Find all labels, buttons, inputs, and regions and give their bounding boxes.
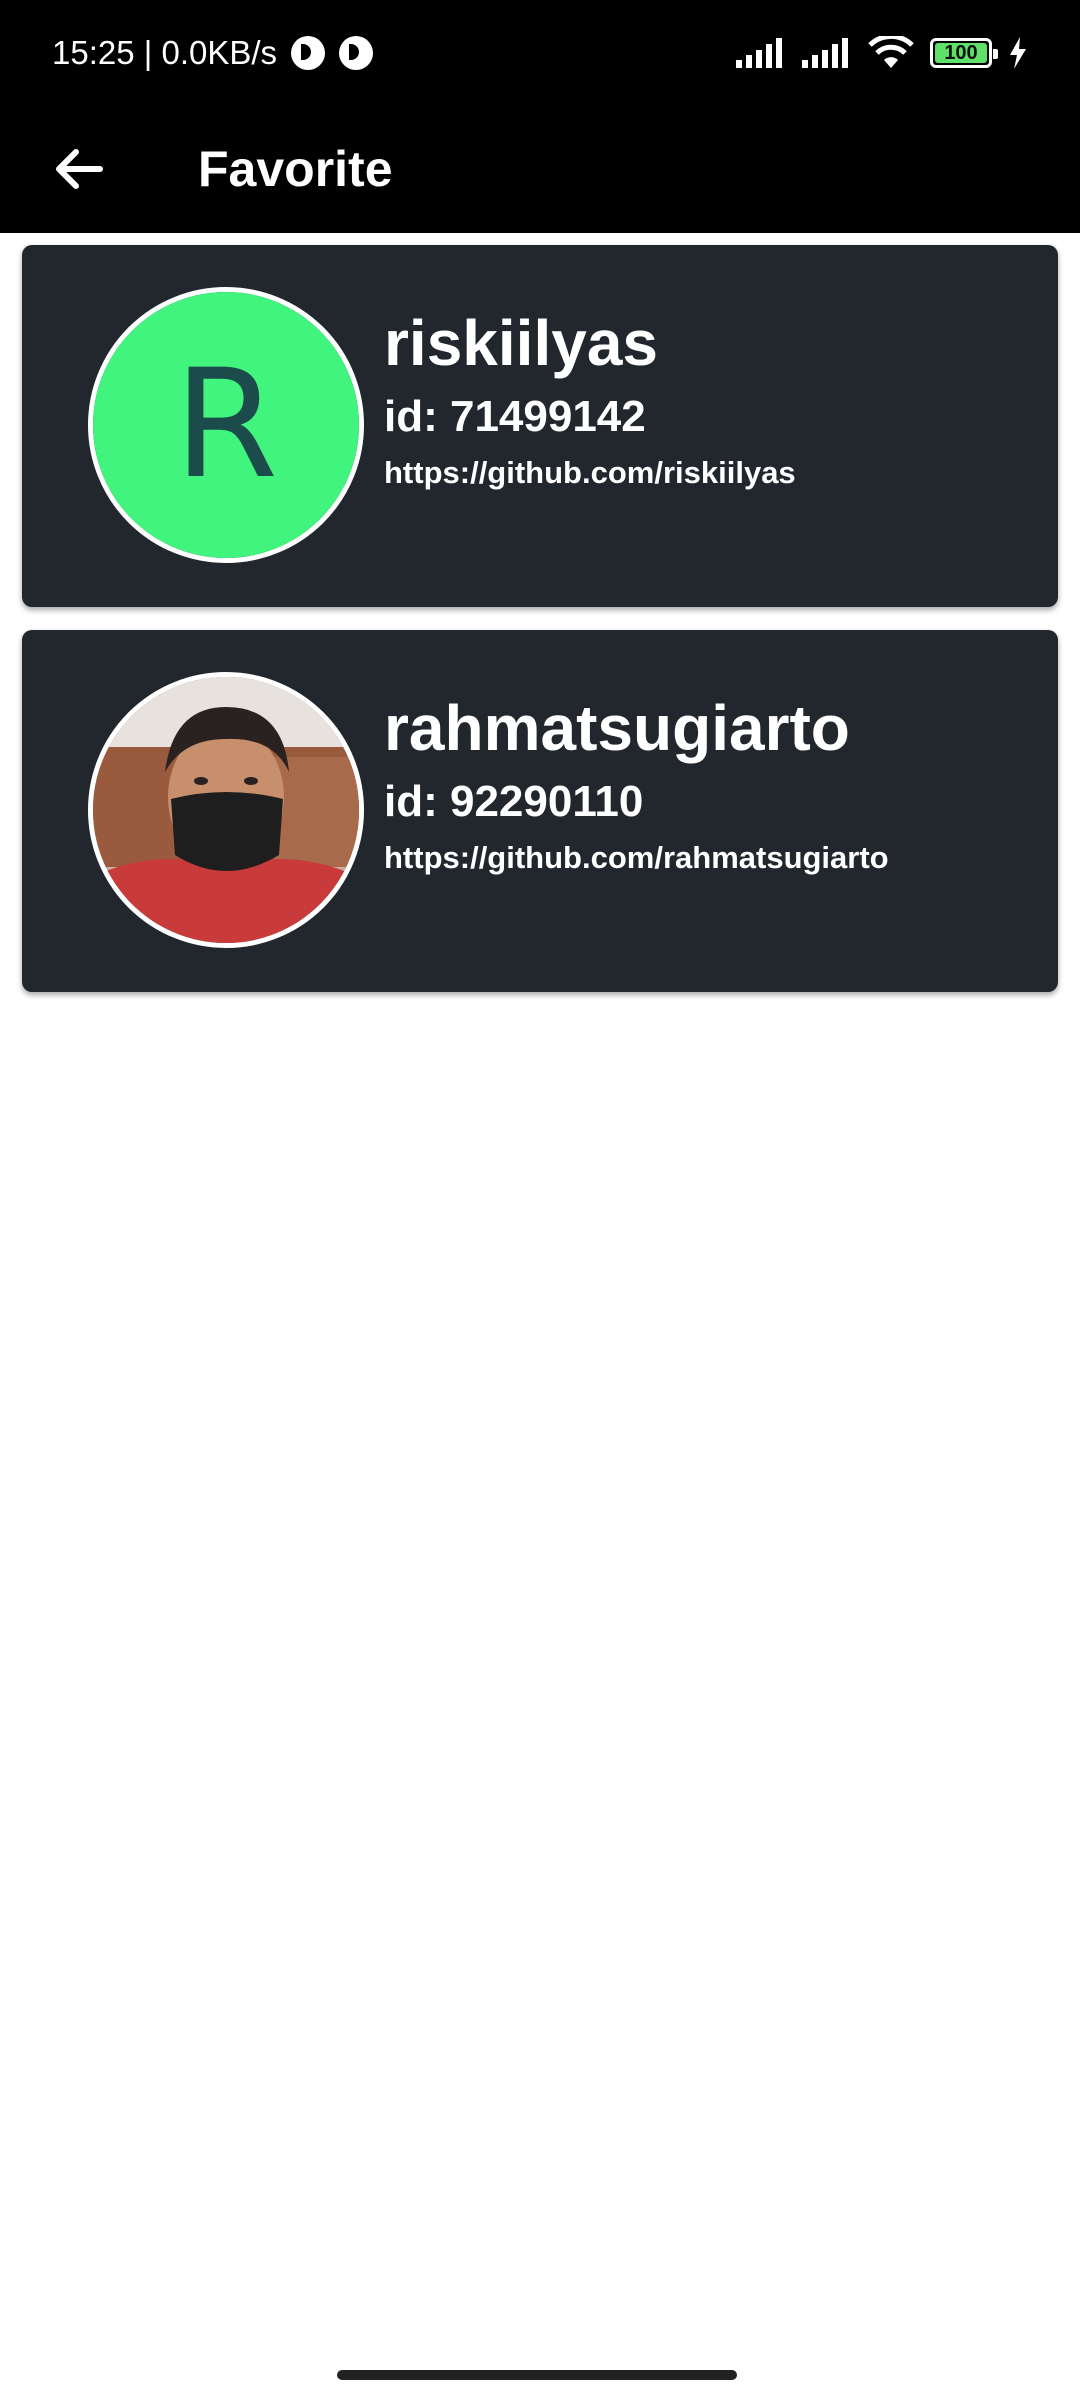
battery-icon: 100 bbox=[930, 38, 998, 68]
status-right: 100 bbox=[736, 30, 1028, 76]
user-url: https://github.com/rahmatsugiarto bbox=[384, 840, 889, 875]
user-id: id: 92290110 bbox=[384, 777, 644, 826]
signal-icon bbox=[802, 38, 848, 68]
status-bar: 15:25 | 0.0KB/s 100 bbox=[0, 0, 1080, 105]
arrow-back-icon bbox=[56, 149, 103, 189]
signal-icon bbox=[736, 38, 782, 68]
username: riskiilyas bbox=[384, 307, 658, 379]
status-time-speed: 15:25 | 0.0KB/s bbox=[52, 34, 278, 71]
avatar-photo bbox=[93, 677, 359, 943]
notification-icon bbox=[291, 36, 326, 70]
card-text: riskiilyas id: 71499142 https://github.c… bbox=[384, 307, 796, 493]
wifi-icon bbox=[868, 36, 914, 68]
user-url: https://github.com/riskiilyas bbox=[384, 455, 796, 490]
card-text: rahmatsugiarto id: 92290110 https://gith… bbox=[384, 692, 889, 878]
back-button[interactable] bbox=[38, 129, 118, 209]
avatar-letter: R bbox=[93, 292, 359, 558]
battery-level: 100 bbox=[944, 41, 978, 64]
charging-icon bbox=[1010, 37, 1026, 69]
status-left: 15:25 | 0.0KB/s bbox=[52, 30, 374, 76]
avatar: R bbox=[88, 287, 364, 563]
favorite-list: R riskiilyas id: 71499142 https://github… bbox=[22, 245, 1058, 1015]
notification-icon bbox=[339, 36, 374, 70]
app-bar: Favorite bbox=[0, 105, 1080, 233]
username: rahmatsugiarto bbox=[384, 692, 850, 764]
avatar bbox=[88, 672, 364, 948]
favorite-card[interactable]: rahmatsugiarto id: 92290110 https://gith… bbox=[22, 630, 1058, 992]
page-title: Favorite bbox=[198, 141, 393, 197]
user-id: id: 71499142 bbox=[384, 392, 646, 441]
favorite-card[interactable]: R riskiilyas id: 71499142 https://github… bbox=[22, 245, 1058, 607]
home-indicator[interactable] bbox=[337, 2370, 737, 2380]
